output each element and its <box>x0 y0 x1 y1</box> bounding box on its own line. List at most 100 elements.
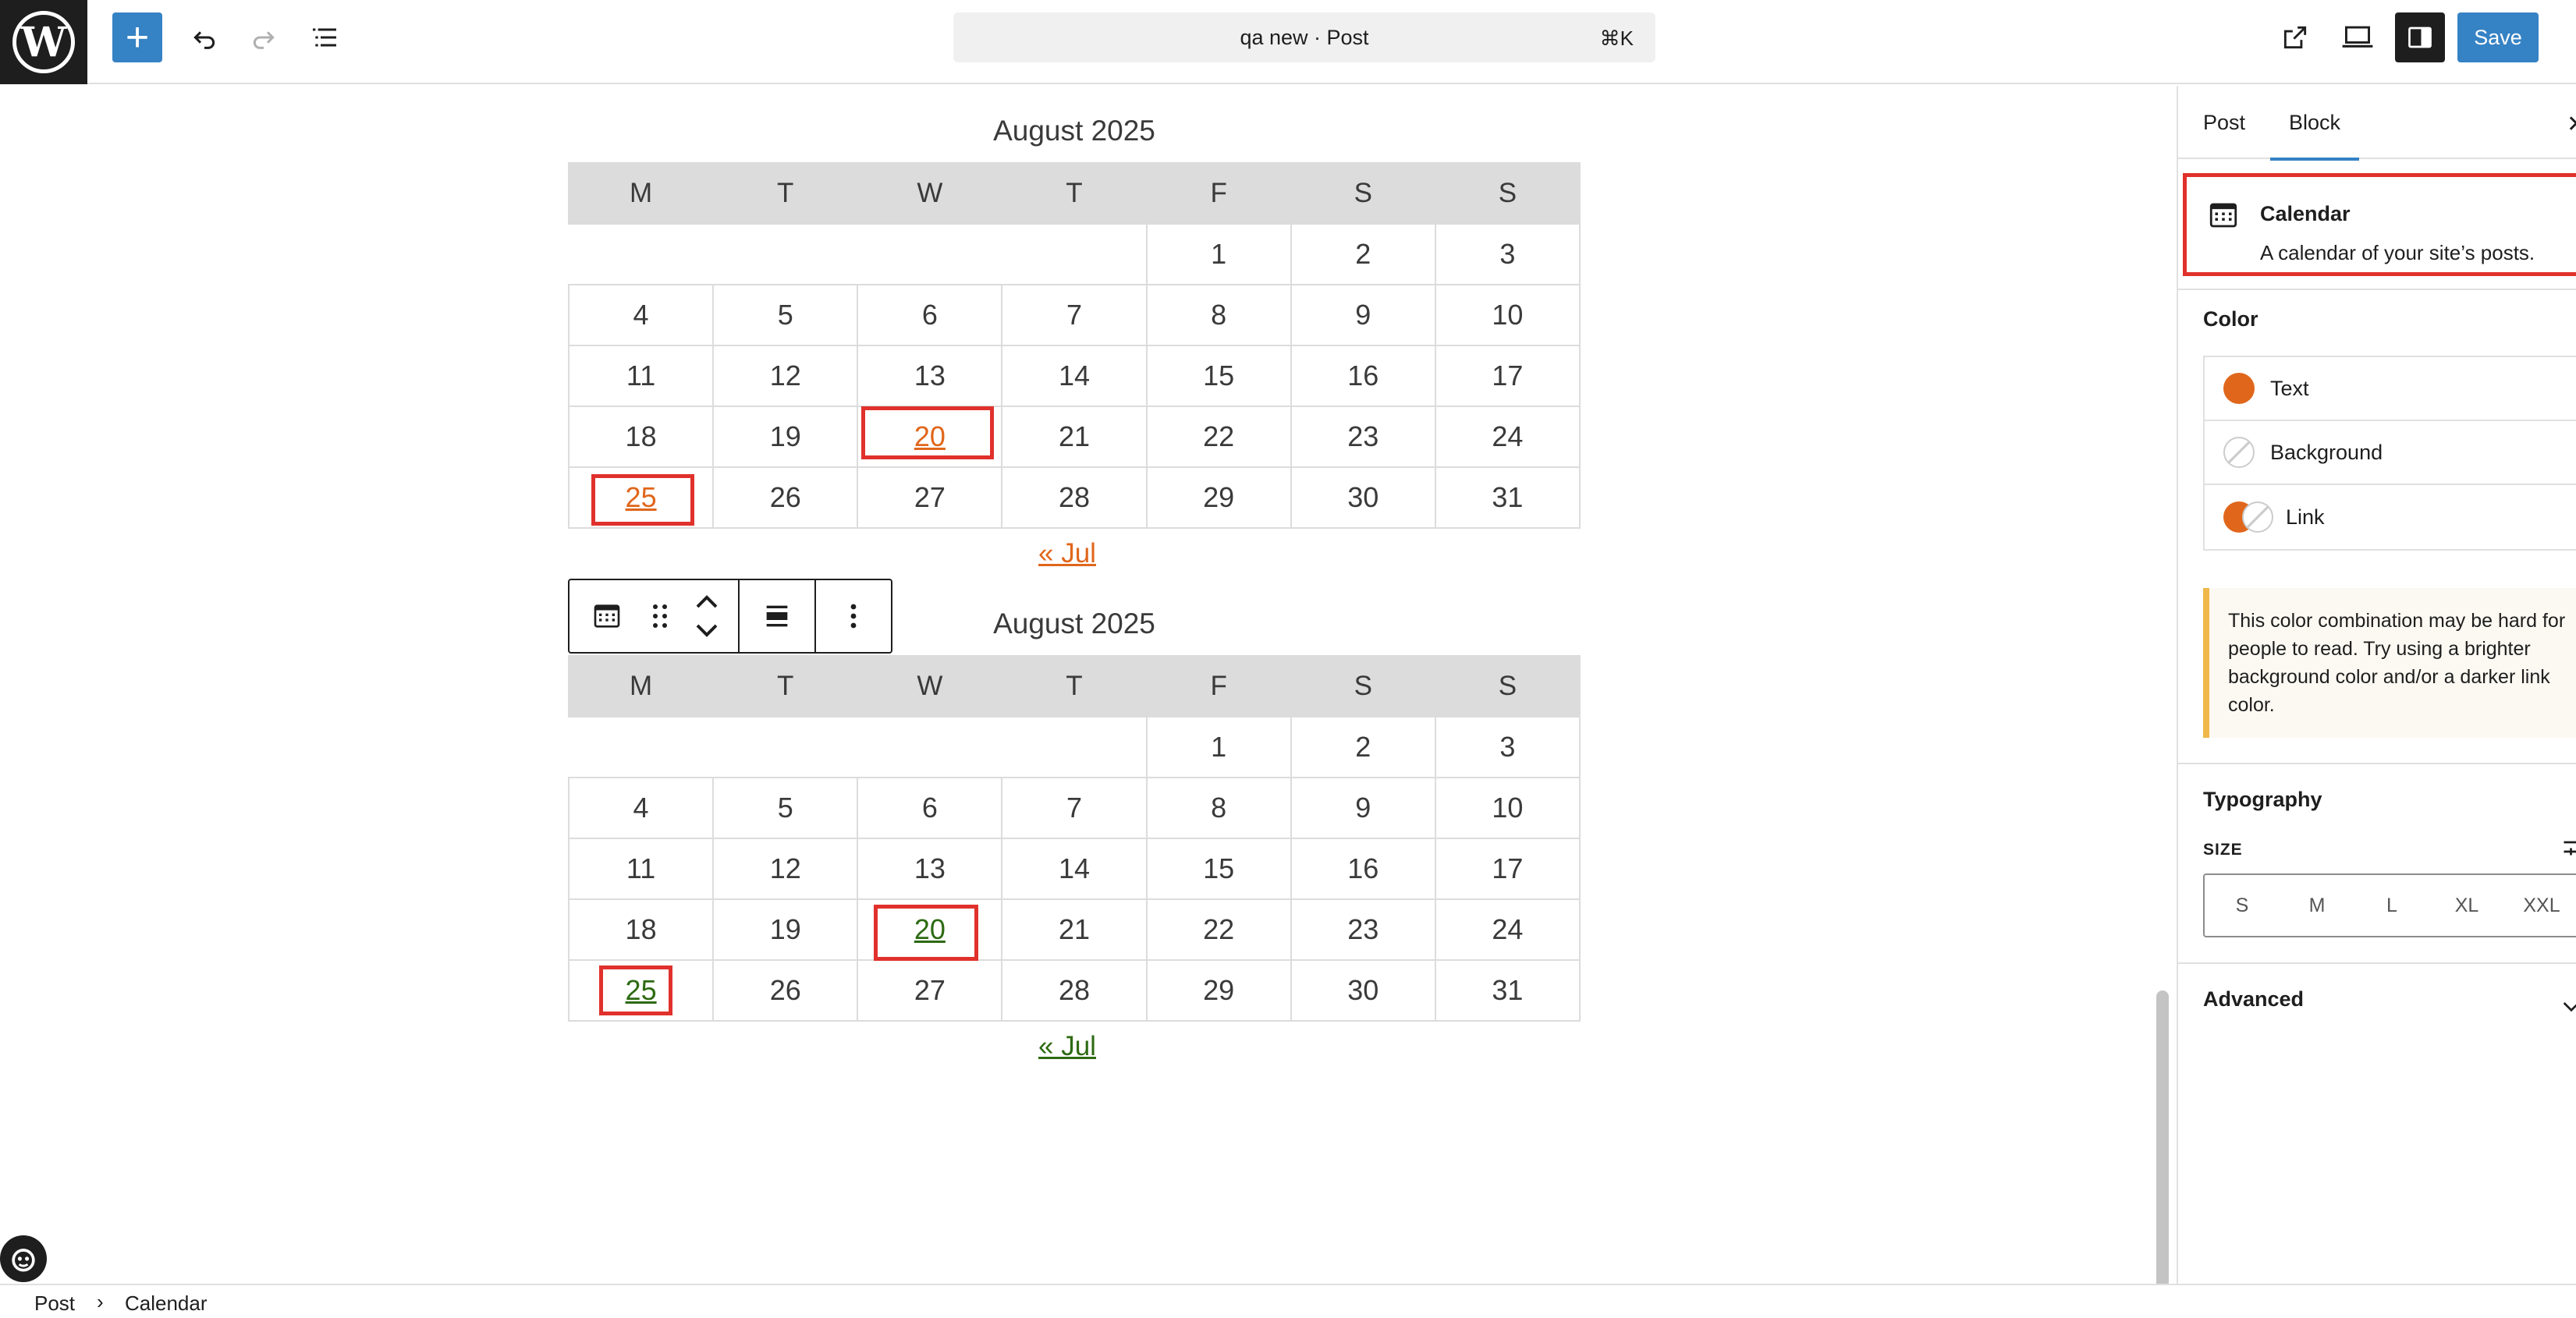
size-option[interactable]: L <box>2354 895 2429 917</box>
week-row: 1 2 3 <box>569 716 1581 778</box>
day-cell: 8 <box>1145 284 1292 346</box>
redo-icon[interactable] <box>239 12 289 62</box>
document-overview-icon[interactable] <box>300 12 349 62</box>
day-cell: 5 <box>712 777 859 839</box>
weekday-header-row: M T W T F S S <box>567 655 1581 717</box>
day-cell: 14 <box>1001 838 1148 900</box>
size-option[interactable]: S <box>2205 895 2280 917</box>
day-cell: 10 <box>1434 284 1581 346</box>
tab-post[interactable]: Post <box>2203 86 2245 159</box>
day-cell: 18 <box>567 898 715 961</box>
breadcrumb-item[interactable]: Post <box>34 1291 75 1316</box>
divider <box>2178 763 2576 764</box>
color-item-link[interactable]: Link <box>2205 485 2576 549</box>
typography-panel-title: Typography <box>2203 788 2322 811</box>
calendar-block[interactable]: August 2025 M T W T F S S 1 2 3 4 5 6 7 … <box>567 602 1581 1072</box>
day-cell: 1 <box>1145 716 1292 778</box>
day-cell: 17 <box>1434 838 1581 900</box>
day-cell: 15 <box>1145 345 1292 407</box>
day-cell-linked: 20 <box>857 406 1003 468</box>
calendar-caption: August 2025 <box>993 115 1155 147</box>
day-cell: 22 <box>1145 898 1292 961</box>
week-row: 4 5 6 7 8 9 10 <box>567 284 1581 346</box>
day-cell: 13 <box>857 345 1003 407</box>
week-row: 18 19 20 21 22 23 24 <box>567 406 1581 468</box>
text-color-swatch-icon <box>2223 373 2255 404</box>
day-cell: 9 <box>1290 284 1436 346</box>
day-cell: 23 <box>1290 898 1436 961</box>
divider <box>2178 289 2576 290</box>
day-cell: 29 <box>1145 959 1292 1022</box>
font-size-picker: S M L XL XXL <box>2203 873 2576 937</box>
typography-options-icon[interactable]: ⋮ <box>2567 785 2576 812</box>
day-cell: 16 <box>1290 838 1436 900</box>
day-cell: 9 <box>1290 777 1436 839</box>
day-cell: 29 <box>1145 466 1292 529</box>
close-icon[interactable]: ✕ <box>2567 111 2576 138</box>
color-item-background[interactable]: Background <box>2205 421 2576 485</box>
breadcrumb-item[interactable]: Calendar <box>125 1291 208 1316</box>
device-preview-icon[interactable] <box>2333 12 2383 62</box>
block-card-title: Calendar <box>2260 202 2351 225</box>
custom-size-toggle-icon[interactable] <box>2560 833 2576 865</box>
size-label: SIZE <box>2203 841 2243 859</box>
day-cell: 3 <box>1434 716 1581 778</box>
day-cell: 11 <box>567 838 715 900</box>
week-row: 4 5 6 7 8 9 10 <box>567 777 1581 839</box>
canvas-scrollbar[interactable] <box>2156 990 2169 1299</box>
day-cell: 12 <box>712 838 859 900</box>
day-cell-linked: 25 <box>567 959 715 1022</box>
color-options-icon[interactable]: ⋮ <box>2567 304 2576 331</box>
day-cell: 22 <box>1145 406 1292 468</box>
save-button[interactable]: Save <box>2457 12 2539 62</box>
day-cell: 19 <box>712 898 859 961</box>
day-cell: 6 <box>857 284 1003 346</box>
color-item-label: Background <box>2270 440 2383 464</box>
week-row: 1 2 3 <box>569 223 1581 285</box>
add-block-button[interactable]: + <box>112 12 162 62</box>
day-cell: 31 <box>1434 466 1581 529</box>
settings-sidebar-toggle-icon[interactable] <box>2395 12 2445 62</box>
day-cell: 14 <box>1001 345 1148 407</box>
chevron-down-icon[interactable] <box>2559 994 2576 1022</box>
color-item-text[interactable]: Text <box>2205 357 2576 421</box>
day-cell: 28 <box>1001 466 1148 529</box>
week-row: 11 12 13 14 15 16 17 <box>567 838 1581 900</box>
weekday-header: T <box>1001 162 1148 225</box>
prev-month-link[interactable]: « Jul <box>1038 1031 1096 1061</box>
tab-block[interactable]: Block <box>2270 86 2360 161</box>
day-cell: 1 <box>1145 223 1292 285</box>
day-cell: 11 <box>567 345 715 407</box>
week-row: 25 26 27 28 29 30 31 <box>567 959 1581 1022</box>
calendar-table: M T W T F S S 1 2 3 4 5 6 7 8 9 10 11 12… <box>567 655 1581 1022</box>
weekday-header: S <box>1434 162 1581 225</box>
week-row: 11 12 13 14 15 16 17 <box>567 345 1581 407</box>
size-option[interactable]: XL <box>2429 895 2504 917</box>
day-cell: 12 <box>712 345 859 407</box>
weekday-header: S <box>1290 162 1436 225</box>
size-option[interactable]: XXL <box>2504 895 2576 917</box>
day-cell-linked: 25 <box>567 466 715 529</box>
divider <box>2178 962 2576 964</box>
day-cell: 31 <box>1434 959 1581 1022</box>
view-post-icon[interactable] <box>2270 12 2320 62</box>
help-assistant-icon[interactable] <box>0 1235 47 1282</box>
weekday-header: F <box>1145 655 1292 717</box>
weekday-header: S <box>1290 655 1436 717</box>
weekday-header: W <box>857 655 1003 717</box>
advanced-panel-toggle[interactable]: Advanced <box>2203 987 2304 1012</box>
week-row: 18 19 20 21 22 23 24 <box>567 898 1581 961</box>
day-cell: 26 <box>712 959 859 1022</box>
day-cell: 23 <box>1290 406 1436 468</box>
editor-canvas: August 2025 M T W T F S S 1 2 3 4 5 6 7 … <box>0 86 2169 1299</box>
day-cell: 17 <box>1434 345 1581 407</box>
command-palette-bar[interactable]: qa new · Post ⌘K <box>953 12 1655 62</box>
day-cell: 10 <box>1434 777 1581 839</box>
sidebar-tabs: Post Block ✕ <box>2178 86 2576 161</box>
calendar-block[interactable]: August 2025 M T W T F S S 1 2 3 4 5 6 7 … <box>567 109 1581 579</box>
day-cell: 26 <box>712 466 859 529</box>
undo-icon[interactable] <box>179 12 229 62</box>
prev-month-link[interactable]: « Jul <box>1038 538 1096 569</box>
wordpress-logo-icon[interactable]: W <box>0 0 87 84</box>
size-option[interactable]: M <box>2280 895 2354 917</box>
